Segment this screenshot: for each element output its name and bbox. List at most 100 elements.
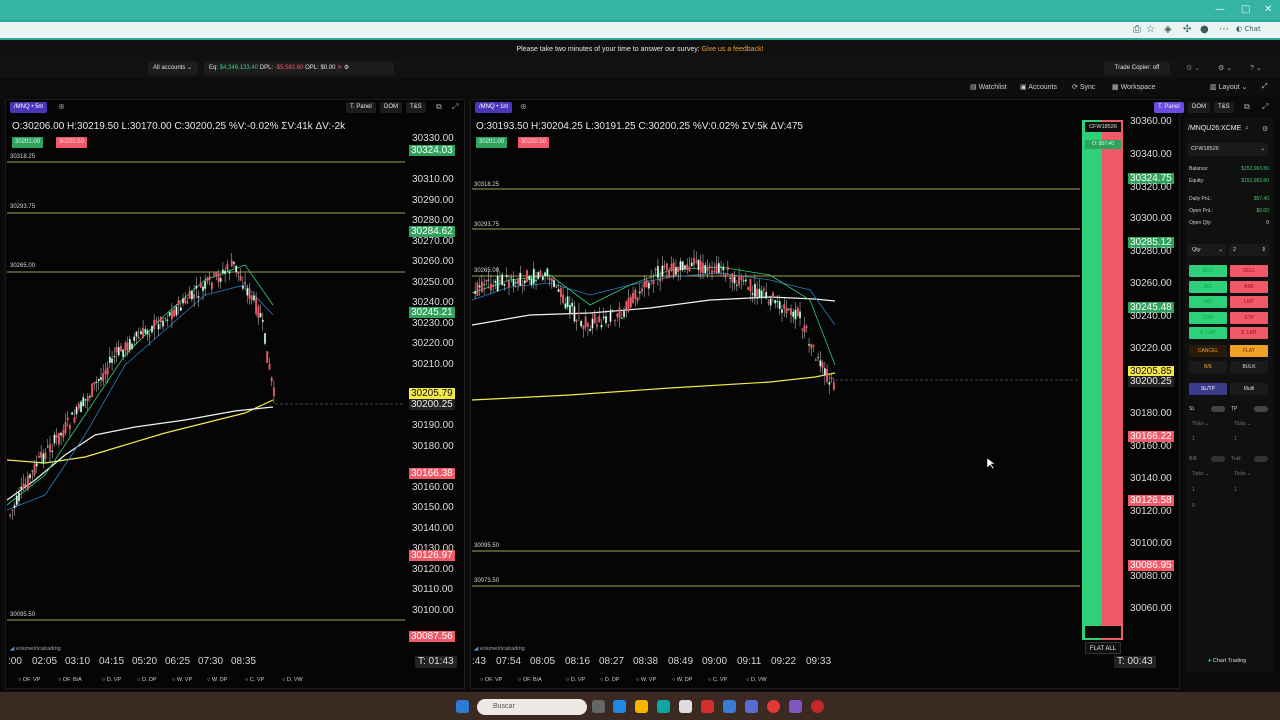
close-positions-icon[interactable]: ✕ bbox=[337, 65, 342, 71]
trail-toggle[interactable] bbox=[1254, 456, 1268, 462]
help-icon[interactable]: ? ⌄ bbox=[1250, 64, 1262, 72]
start-icon[interactable] bbox=[456, 700, 469, 713]
tp-ticks-select[interactable]: Ticks ⌄ bbox=[1234, 421, 1251, 427]
be-offset-input[interactable]: 0 bbox=[1192, 503, 1195, 509]
edge-icon[interactable] bbox=[657, 700, 670, 713]
taskbar-search[interactable]: Buscar bbox=[477, 699, 587, 715]
sync-button[interactable]: ⟳ Sync bbox=[1072, 83, 1095, 91]
dom-bid-column[interactable] bbox=[1082, 120, 1102, 640]
address-bar[interactable] bbox=[0, 22, 1280, 38]
tp-ticks-input[interactable]: 1 bbox=[1234, 436, 1237, 442]
sell-stp-button[interactable]: STP bbox=[1230, 312, 1268, 324]
trail-ticks-input[interactable]: 1 bbox=[1234, 487, 1237, 493]
survey-link[interactable]: Give us a feedback! bbox=[702, 46, 764, 53]
chart-trading-toggle[interactable]: ● Chart Trading bbox=[1208, 658, 1246, 664]
flat-all-button[interactable]: FLAT ALL bbox=[1085, 642, 1121, 654]
left-tpanel-button[interactable]: T. Panel bbox=[346, 102, 376, 113]
settings-icon[interactable]: ⚙ bbox=[344, 65, 349, 71]
tab-c-vp[interactable]: ○ C. VP bbox=[708, 677, 727, 683]
add-indicator-icon[interactable]: ⊕ bbox=[58, 102, 65, 111]
expand-icon[interactable]: ⤢ bbox=[1262, 83, 1268, 91]
app-icon[interactable] bbox=[789, 700, 802, 713]
multi-tab[interactable]: Multi bbox=[1230, 383, 1268, 395]
tp-toggle[interactable] bbox=[1254, 406, 1268, 412]
app-icon[interactable] bbox=[811, 700, 824, 713]
sell-lmt-button[interactable]: LMT bbox=[1230, 296, 1268, 308]
trade-symbol[interactable]: /MNQU26:XCME bbox=[1188, 125, 1241, 132]
account-select[interactable]: CFW18526 ⌄ bbox=[1188, 143, 1268, 156]
sltp-tab[interactable]: SL/TP bbox=[1189, 383, 1227, 395]
minimize-icon[interactable]: — bbox=[1215, 4, 1225, 15]
accounts-button[interactable]: ▣ Accounts bbox=[1020, 83, 1057, 91]
popout-icon[interactable]: ⧉ bbox=[1244, 102, 1250, 112]
layout-button[interactable]: ▥ Layout ⌄ bbox=[1210, 83, 1247, 91]
bulk-button[interactable]: BULK bbox=[1230, 361, 1268, 373]
tab-d-vw[interactable]: ○ D. VW bbox=[746, 677, 767, 683]
bid-button[interactable]: BID bbox=[1189, 281, 1227, 293]
taskview-icon[interactable] bbox=[592, 700, 605, 713]
tab-of-ba[interactable]: ○ OF. B/A bbox=[58, 677, 82, 683]
breakeven-button[interactable]: B/E bbox=[1189, 361, 1227, 373]
right-symbol-selector[interactable]: /MNQ • 1m bbox=[475, 102, 513, 113]
popout-icon[interactable]: ⧉ bbox=[436, 102, 442, 112]
gear-icon[interactable]: ⚙ bbox=[1262, 125, 1268, 133]
menu-icon[interactable]: ⋯ bbox=[1219, 24, 1229, 35]
qty-input[interactable]: 2 ⇕ bbox=[1229, 244, 1269, 256]
chrome-icon[interactable] bbox=[767, 700, 780, 713]
right-candlestick-chart[interactable] bbox=[470, 115, 1082, 660]
profile-icon[interactable]: ● bbox=[1200, 24, 1209, 35]
dom-account-label[interactable]: CFW18526 bbox=[1085, 122, 1121, 132]
flat-button[interactable]: FLAT bbox=[1230, 345, 1268, 357]
tab-d-dp[interactable]: ○ D. DP bbox=[600, 677, 620, 683]
tab-c-vp[interactable]: ○ C. VP bbox=[245, 677, 264, 683]
tab-d-vp[interactable]: ○ D. VP bbox=[566, 677, 585, 683]
tab-w-vp[interactable]: ○ W. VP bbox=[636, 677, 656, 683]
add-indicator-icon[interactable]: ⊕ bbox=[520, 102, 527, 111]
right-dom-button[interactable]: DOM bbox=[1188, 102, 1210, 113]
app-icon[interactable] bbox=[701, 700, 714, 713]
buy-button[interactable]: BUY bbox=[1189, 265, 1227, 277]
sl-ticks-select[interactable]: Ticks ⌄ bbox=[1192, 421, 1209, 427]
bookmark-icon[interactable]: ⎙ bbox=[1133, 24, 1141, 35]
sell-slmt-button[interactable]: S. LMT bbox=[1230, 327, 1268, 339]
gear-icon[interactable]: ⚙ ⌄ bbox=[1218, 64, 1232, 72]
sl-ticks-input[interactable]: 1 bbox=[1192, 436, 1195, 442]
chat-button[interactable]: ◐ Chat bbox=[1236, 25, 1261, 33]
cancel-button[interactable]: CANCEL bbox=[1189, 345, 1227, 357]
app-icon[interactable] bbox=[745, 700, 758, 713]
left-candlestick-chart[interactable] bbox=[5, 115, 410, 660]
tab-of-vp[interactable]: ○ OF. VP bbox=[480, 677, 502, 683]
maximize-icon[interactable]: □ bbox=[1241, 4, 1250, 15]
trail-ticks-select[interactable]: Ticks ⌄ bbox=[1234, 471, 1251, 477]
be-toggle[interactable] bbox=[1211, 456, 1225, 462]
close-icon[interactable]: ✕ bbox=[1264, 4, 1272, 15]
help-app-icon[interactable] bbox=[723, 700, 736, 713]
sl-toggle[interactable] bbox=[1211, 406, 1225, 412]
widgets-icon[interactable] bbox=[613, 700, 626, 713]
accounts-select[interactable]: All accounts ⌄ bbox=[148, 62, 198, 75]
be-ticks-input[interactable]: 1 bbox=[1192, 487, 1195, 493]
tab-d-vp[interactable]: ○ D. VP bbox=[102, 677, 121, 683]
ask-button[interactable]: ASK bbox=[1230, 281, 1268, 293]
dom-ask-column[interactable] bbox=[1102, 120, 1123, 640]
puzzle-icon[interactable]: ✣ bbox=[1183, 24, 1191, 35]
store-icon[interactable] bbox=[679, 700, 692, 713]
tab-of-ba[interactable]: ○ OF. B/A bbox=[518, 677, 542, 683]
right-ts-button[interactable]: T&S bbox=[1214, 102, 1234, 113]
buy-lmt-button[interactable]: LMT bbox=[1189, 296, 1227, 308]
right-tpanel-button[interactable]: T. Panel bbox=[1154, 102, 1184, 113]
workspace-button[interactable]: ▦ Workspace bbox=[1112, 83, 1155, 91]
sell-button[interactable]: SELL bbox=[1230, 265, 1268, 277]
left-ts-button[interactable]: T&S bbox=[406, 102, 426, 113]
search-icon[interactable]: ⌕ bbox=[1245, 125, 1249, 133]
maximize-chart-icon[interactable]: ⤢ bbox=[1262, 102, 1268, 112]
trade-copier-status[interactable]: Trade Copier: off bbox=[1104, 62, 1170, 75]
tab-of-vp[interactable]: ○ OF. VP bbox=[18, 677, 40, 683]
tab-d-dp[interactable]: ○ D. DP bbox=[137, 677, 157, 683]
tab-w-dp[interactable]: ○ W. DP bbox=[207, 677, 227, 683]
copier-settings-icon[interactable]: ⚙ ⌄ bbox=[1186, 64, 1200, 72]
tab-w-vp[interactable]: ○ W. VP bbox=[172, 677, 192, 683]
qty-select[interactable]: Qty ⌄ bbox=[1188, 244, 1226, 256]
left-dom-button[interactable]: DOM bbox=[380, 102, 402, 113]
be-ticks-select[interactable]: Ticks ⌄ bbox=[1192, 471, 1209, 477]
